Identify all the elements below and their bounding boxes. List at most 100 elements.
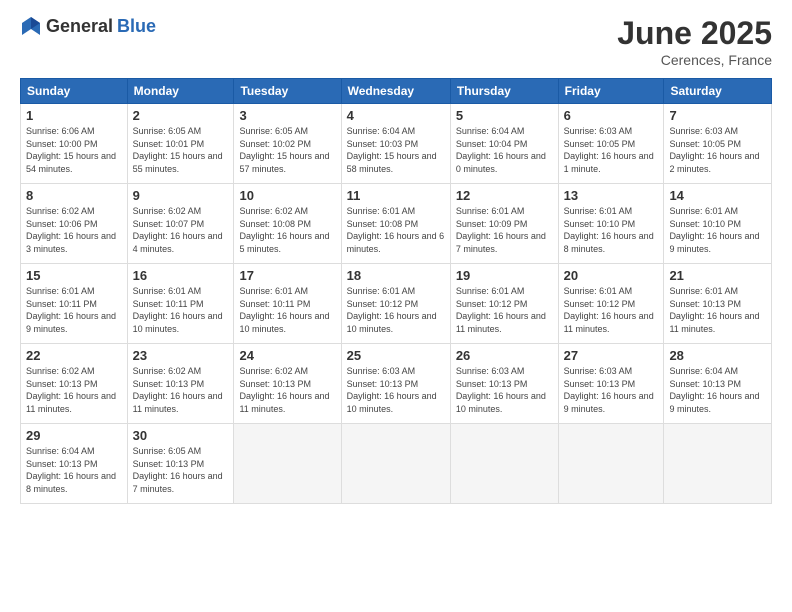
calendar-cell: 26 Sunrise: 6:03 AMSunset: 10:13 PMDaylig… [450,344,558,424]
calendar-cell: 9 Sunrise: 6:02 AMSunset: 10:07 PMDayligh… [127,184,234,264]
calendar-cell: 21 Sunrise: 6:01 AMSunset: 10:13 PMDaylig… [664,264,772,344]
day-number: 18 [347,268,445,283]
calendar-cell: 27 Sunrise: 6:03 AMSunset: 10:13 PMDaylig… [558,344,664,424]
day-number: 4 [347,108,445,123]
day-info: Sunrise: 6:02 AMSunset: 10:06 PMDaylight… [26,206,116,254]
day-info: Sunrise: 6:01 AMSunset: 10:08 PMDaylight… [347,206,445,254]
day-number: 5 [456,108,553,123]
day-number: 14 [669,188,766,203]
logo-general: General [46,16,113,37]
calendar-cell: 2 Sunrise: 6:05 AMSunset: 10:01 PMDayligh… [127,104,234,184]
day-number: 25 [347,348,445,363]
day-number: 6 [564,108,659,123]
calendar-header-row: Sunday Monday Tuesday Wednesday Thursday… [21,79,772,104]
header-thursday: Thursday [450,79,558,104]
day-info: Sunrise: 6:03 AMSunset: 10:05 PMDaylight… [564,126,654,174]
day-number: 27 [564,348,659,363]
logo-icon [20,15,42,37]
logo-blue: Blue [117,16,156,37]
day-info: Sunrise: 6:01 AMSunset: 10:12 PMDaylight… [564,286,654,334]
day-info: Sunrise: 6:01 AMSunset: 10:12 PMDaylight… [347,286,437,334]
day-number: 17 [239,268,335,283]
header: GeneralBlue June 2025 Cerences, France [20,15,772,68]
day-info: Sunrise: 6:01 AMSunset: 10:10 PMDaylight… [564,206,654,254]
day-number: 1 [26,108,122,123]
week-row-0: 1Sunrise: 6:06 AMSunset: 10:00 PMDayligh… [21,104,772,184]
day-info: Sunrise: 6:01 AMSunset: 10:11 PMDaylight… [133,286,223,334]
day-number: 10 [239,188,335,203]
day-number: 9 [133,188,229,203]
calendar-cell [234,424,341,504]
day-info: Sunrise: 6:03 AMSunset: 10:13 PMDaylight… [564,366,654,414]
day-info: Sunrise: 6:02 AMSunset: 10:13 PMDaylight… [239,366,329,414]
title-block: June 2025 Cerences, France [617,15,772,68]
day-number: 22 [26,348,122,363]
calendar-cell: 18 Sunrise: 6:01 AMSunset: 10:12 PMDaylig… [341,264,450,344]
day-info: Sunrise: 6:05 AMSunset: 10:02 PMDaylight… [239,126,329,174]
day-number: 30 [133,428,229,443]
calendar-cell: 3 Sunrise: 6:05 AMSunset: 10:02 PMDayligh… [234,104,341,184]
day-info: Sunrise: 6:01 AMSunset: 10:13 PMDaylight… [669,286,759,334]
calendar-cell: 24 Sunrise: 6:02 AMSunset: 10:13 PMDaylig… [234,344,341,424]
calendar-cell: 30 Sunrise: 6:05 AMSunset: 10:13 PMDaylig… [127,424,234,504]
calendar-cell: 22 Sunrise: 6:02 AMSunset: 10:13 PMDaylig… [21,344,128,424]
calendar-cell: 8Sunrise: 6:02 AMSunset: 10:06 PMDayligh… [21,184,128,264]
day-number: 12 [456,188,553,203]
day-number: 29 [26,428,122,443]
day-info: Sunrise: 6:02 AMSunset: 10:13 PMDaylight… [26,366,116,414]
day-number: 28 [669,348,766,363]
week-row-4: 29Sunrise: 6:04 AMSunset: 10:13 PMDaylig… [21,424,772,504]
calendar-cell: 23Sunrise: 6:02 AMSunset: 10:13 PMDaylig… [127,344,234,424]
calendar-cell: 12 Sunrise: 6:01 AMSunset: 10:09 PMDaylig… [450,184,558,264]
calendar-table: Sunday Monday Tuesday Wednesday Thursday… [20,78,772,504]
calendar-cell: 10 Sunrise: 6:02 AMSunset: 10:08 PMDaylig… [234,184,341,264]
day-info: Sunrise: 6:05 AMSunset: 10:01 PMDaylight… [133,126,223,174]
calendar-cell: 14Sunrise: 6:01 AMSunset: 10:10 PMDaylig… [664,184,772,264]
title-month: June 2025 [617,15,772,52]
calendar-cell [664,424,772,504]
calendar-cell: 13Sunrise: 6:01 AMSunset: 10:10 PMDaylig… [558,184,664,264]
page: GeneralBlue June 2025 Cerences, France S… [0,0,792,612]
day-info: Sunrise: 6:05 AMSunset: 10:13 PMDaylight… [133,446,223,494]
day-info: Sunrise: 6:04 AMSunset: 10:03 PMDaylight… [347,126,437,174]
day-number: 20 [564,268,659,283]
day-number: 7 [669,108,766,123]
day-info: Sunrise: 6:03 AMSunset: 10:13 PMDaylight… [347,366,437,414]
day-number: 21 [669,268,766,283]
week-row-1: 8Sunrise: 6:02 AMSunset: 10:06 PMDayligh… [21,184,772,264]
calendar-cell: 29Sunrise: 6:04 AMSunset: 10:13 PMDaylig… [21,424,128,504]
day-number: 24 [239,348,335,363]
day-number: 26 [456,348,553,363]
day-info: Sunrise: 6:04 AMSunset: 10:13 PMDaylight… [669,366,759,414]
header-sunday: Sunday [21,79,128,104]
calendar-cell [450,424,558,504]
header-friday: Friday [558,79,664,104]
calendar-cell: 20 Sunrise: 6:01 AMSunset: 10:12 PMDaylig… [558,264,664,344]
header-tuesday: Tuesday [234,79,341,104]
calendar-cell: 16 Sunrise: 6:01 AMSunset: 10:11 PMDaylig… [127,264,234,344]
day-info: Sunrise: 6:02 AMSunset: 10:08 PMDaylight… [239,206,329,254]
day-info: Sunrise: 6:02 AMSunset: 10:13 PMDaylight… [133,366,223,414]
header-wednesday: Wednesday [341,79,450,104]
calendar-cell: 7 Sunrise: 6:03 AMSunset: 10:05 PMDayligh… [664,104,772,184]
calendar-cell: 6 Sunrise: 6:03 AMSunset: 10:05 PMDayligh… [558,104,664,184]
day-info: Sunrise: 6:01 AMSunset: 10:11 PMDaylight… [26,286,116,334]
day-info: Sunrise: 6:03 AMSunset: 10:13 PMDaylight… [456,366,546,414]
day-number: 19 [456,268,553,283]
day-info: Sunrise: 6:01 AMSunset: 10:09 PMDaylight… [456,206,546,254]
calendar-cell [341,424,450,504]
calendar-cell: 1Sunrise: 6:06 AMSunset: 10:00 PMDayligh… [21,104,128,184]
day-number: 16 [133,268,229,283]
day-number: 2 [133,108,229,123]
calendar-cell [558,424,664,504]
title-location: Cerences, France [617,52,772,68]
day-number: 3 [239,108,335,123]
calendar-cell: 28 Sunrise: 6:04 AMSunset: 10:13 PMDaylig… [664,344,772,424]
calendar-cell: 5Sunrise: 6:04 AMSunset: 10:04 PMDayligh… [450,104,558,184]
day-info: Sunrise: 6:03 AMSunset: 10:05 PMDaylight… [669,126,759,174]
day-info: Sunrise: 6:02 AMSunset: 10:07 PMDaylight… [133,206,223,254]
day-number: 15 [26,268,122,283]
calendar-cell: 15 Sunrise: 6:01 AMSunset: 10:11 PMDaylig… [21,264,128,344]
day-info: Sunrise: 6:01 AMSunset: 10:11 PMDaylight… [239,286,329,334]
logo: GeneralBlue [20,15,156,37]
